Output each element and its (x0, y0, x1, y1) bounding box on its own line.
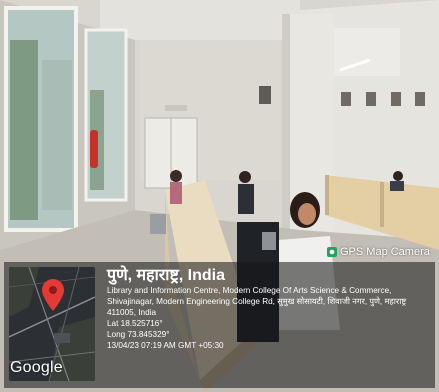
address-line-1: Library and Information Centre, Modern C… (107, 286, 392, 295)
geotag-info: पुणे, महाराष्ट्र, India Library and Info… (107, 266, 432, 351)
longitude: Long 73.845329° (107, 330, 170, 339)
watermark-label: GPS Map Camera (340, 246, 430, 258)
latitude: Lat 18.525716° (107, 319, 163, 328)
photo-frame: GPS Map Camera Google पुणे, महाराष्ट्र, … (0, 0, 439, 392)
gps-camera-icon (327, 247, 337, 257)
timestamp: 13/04/23 07:19 AM GMT +05:30 (107, 341, 224, 350)
address-line-2: Shivajinagar, Modern Engineering College… (107, 297, 407, 306)
google-map-brand: Google (10, 359, 63, 376)
address-line-3: 411005, India (107, 308, 157, 317)
map-pin-icon (42, 279, 64, 311)
gps-map-camera-watermark: GPS Map Camera (327, 246, 430, 258)
place-title: पुणे, महाराष्ट्र, India (107, 267, 226, 284)
